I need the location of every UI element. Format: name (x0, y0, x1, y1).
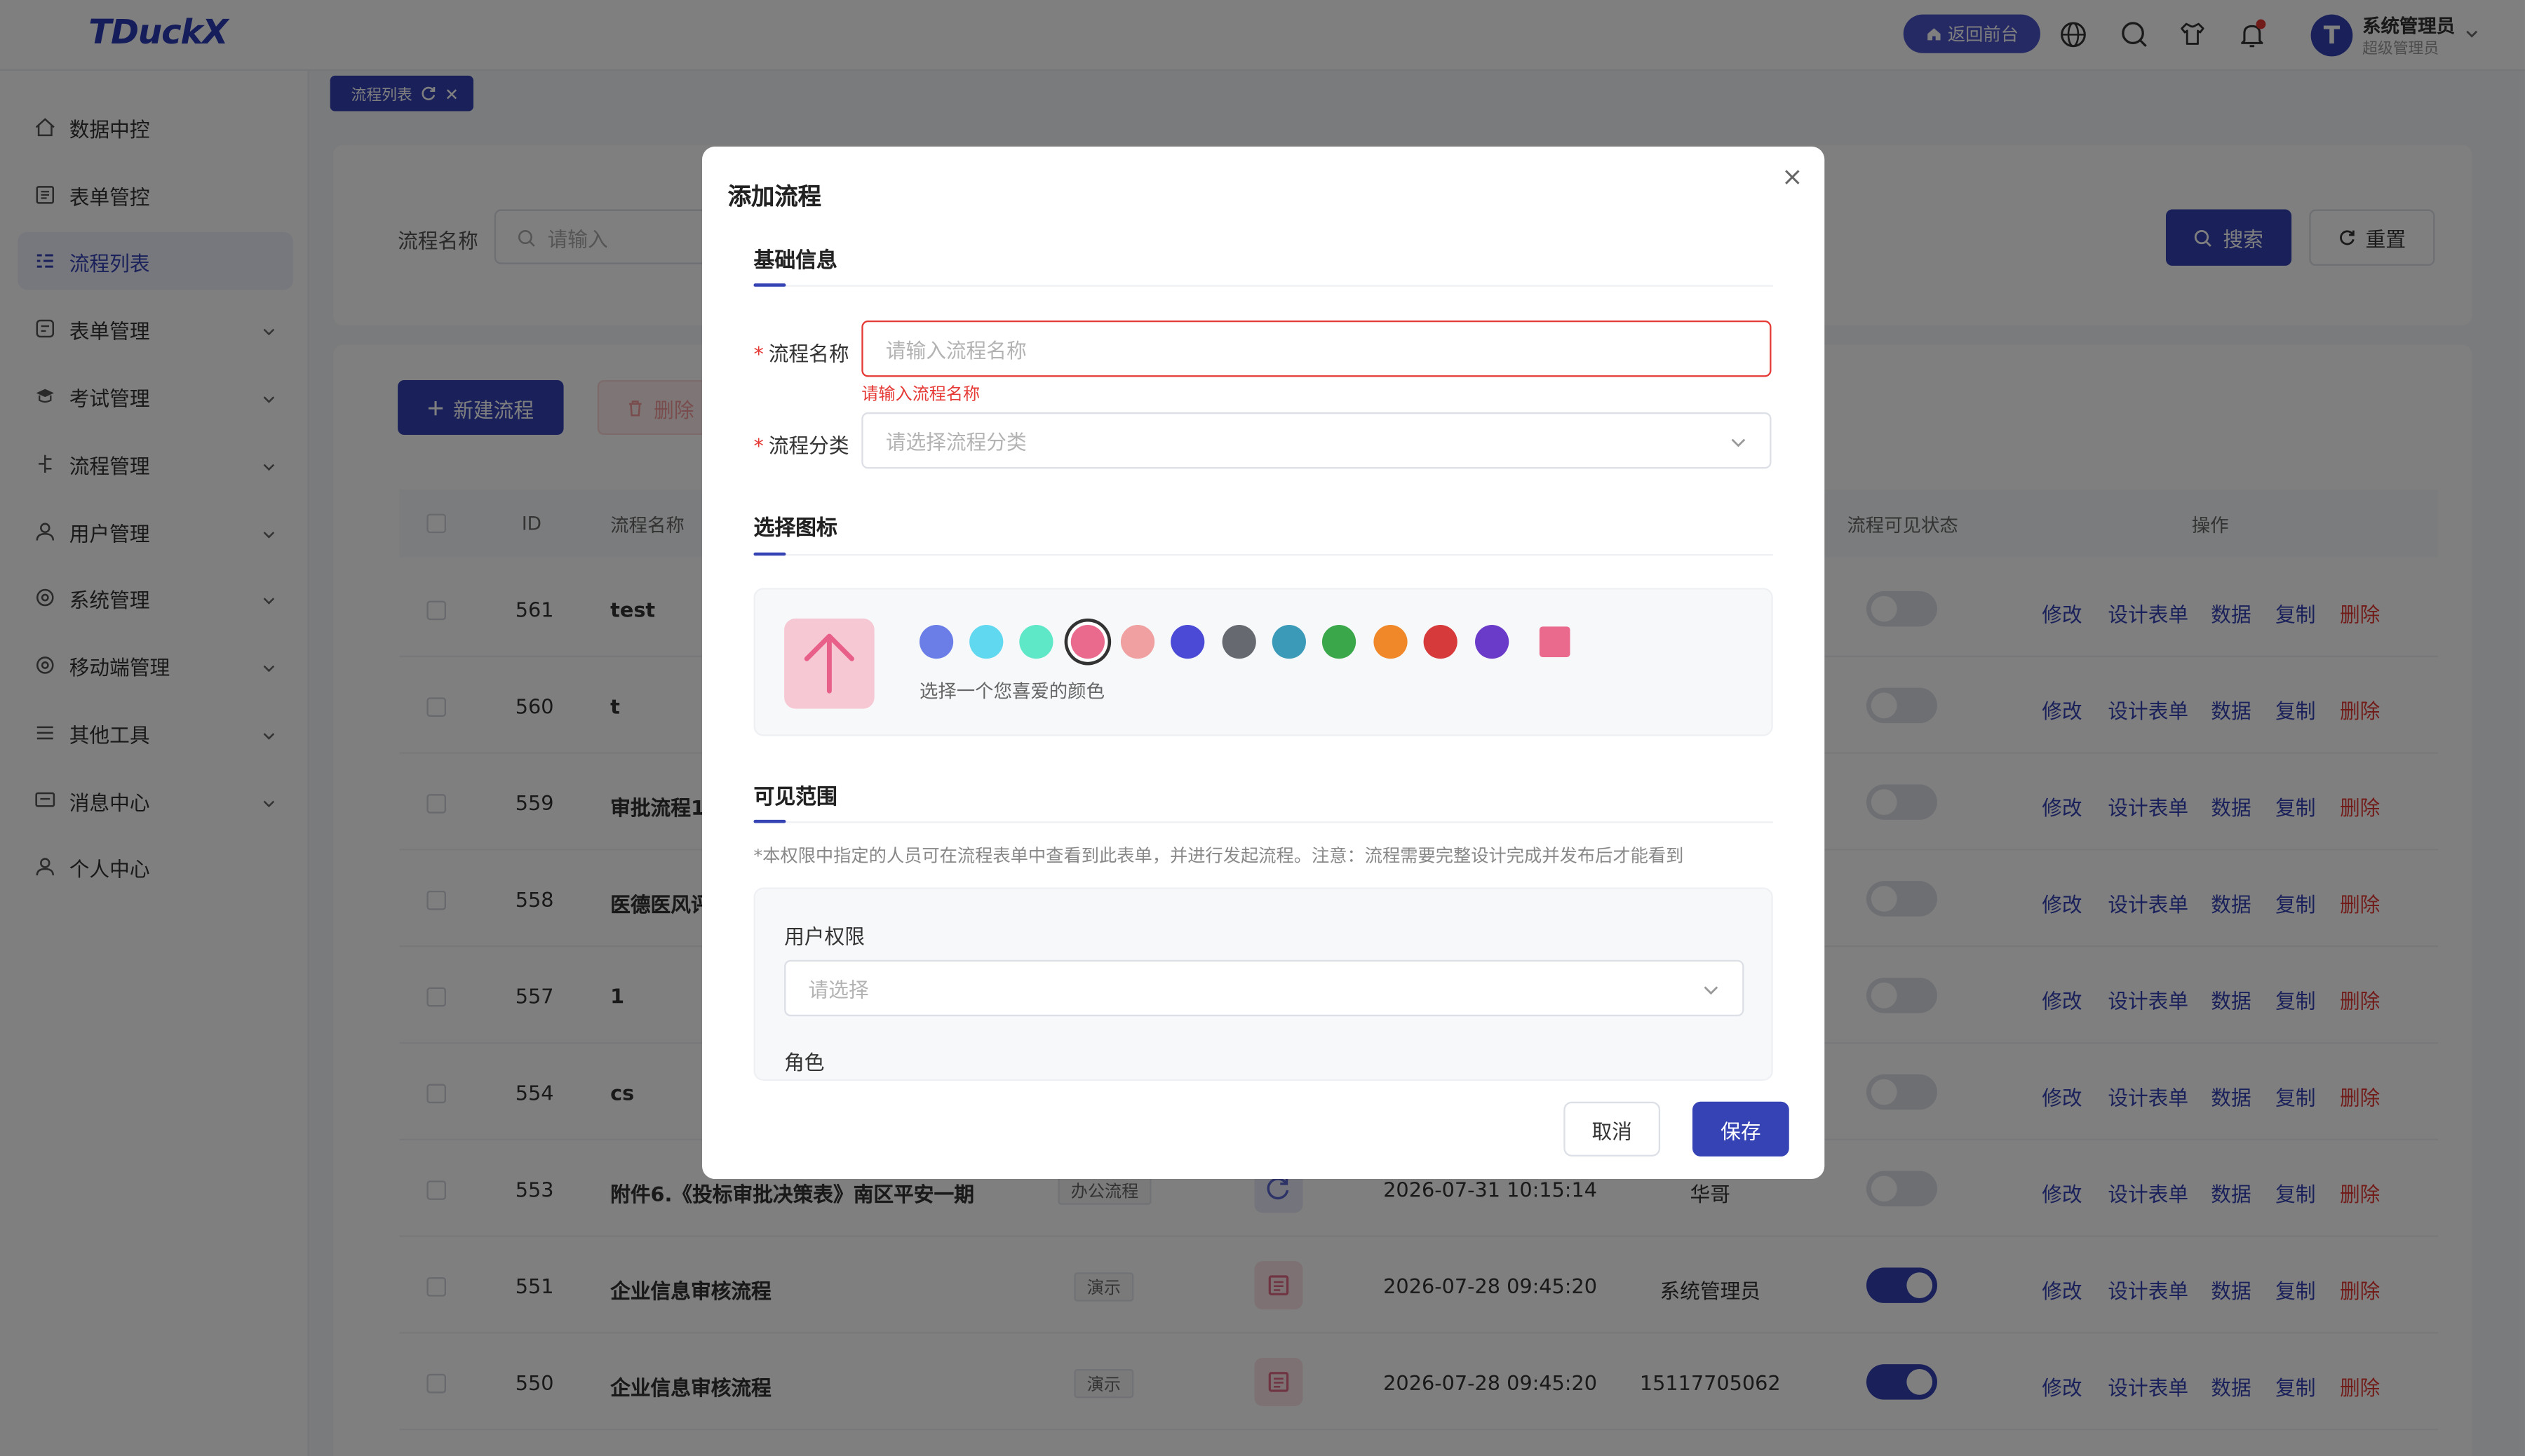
section-title-basic: 基础信息 (753, 249, 837, 274)
flow-category-label-text: 流程分类 (768, 433, 849, 458)
required-mark: * (753, 341, 764, 366)
color-swatch[interactable] (919, 625, 954, 659)
save-button[interactable]: 保存 (1692, 1101, 1789, 1157)
color-swatch[interactable] (969, 625, 1004, 659)
color-swatch[interactable] (1373, 625, 1408, 659)
flow-name-error: 请输入流程名称 (861, 384, 981, 405)
icon-preview[interactable] (784, 618, 875, 709)
flow-name-label: * 流程名称 (753, 337, 849, 368)
chevron-down-icon (1704, 986, 1718, 995)
section-accent (753, 283, 786, 287)
section-divider (753, 553, 1773, 556)
permission-panel: 用户权限 请选择 角色 (753, 887, 1773, 1081)
close-icon[interactable] (1781, 166, 1803, 189)
add-flow-dialog: 添加流程 基础信息 * 流程名称 请输入流程名称 请输入流程名称 * 流程分类 请选… (702, 146, 1825, 1180)
user-permission-label: 用户权限 (784, 924, 865, 949)
color-swatch[interactable] (1019, 625, 1053, 659)
upload-arrow-icon (804, 633, 854, 694)
flow-name-input[interactable]: 请输入流程名称 (861, 321, 1772, 377)
color-swatch[interactable] (1475, 625, 1509, 659)
color-swatch[interactable] (1423, 625, 1457, 659)
user-permission-select[interactable]: 请选择 (784, 959, 1744, 1017)
section-accent (753, 819, 786, 823)
dialog-body[interactable]: 基础信息 * 流程名称 请输入流程名称 请输入流程名称 * 流程分类 请选择流程分类… (702, 221, 1824, 1081)
color-swatch-square[interactable] (1539, 626, 1570, 657)
flow-category-select[interactable]: 请选择流程分类 (861, 412, 1772, 469)
chevron-down-icon (1731, 438, 1746, 447)
color-swatch[interactable] (1171, 625, 1205, 659)
color-hint: 选择一个您喜爱的颜色 (919, 680, 1105, 703)
section-divider (753, 821, 1773, 823)
color-swatch[interactable] (1321, 625, 1356, 659)
cancel-button[interactable]: 取消 (1563, 1101, 1661, 1157)
scope-note: *本权限中指定的人员可在流程表单中查看到此表单，并进行发起流程。注意：流程需要完… (753, 845, 1684, 867)
color-swatch[interactable] (1120, 625, 1155, 659)
flow-category-placeholder: 请选择流程分类 (885, 430, 1027, 454)
section-divider (753, 285, 1773, 287)
color-swatch[interactable] (1272, 625, 1306, 659)
section-title-icon: 选择图标 (753, 517, 837, 541)
flow-category-label: * 流程分类 (753, 429, 849, 459)
section-accent (753, 552, 786, 556)
user-permission-placeholder: 请选择 (808, 977, 869, 1002)
color-swatch[interactable] (1070, 625, 1105, 659)
color-swatch[interactable] (1222, 625, 1256, 659)
role-label: 角色 (784, 1050, 825, 1074)
section-title-scope: 可见范围 (753, 786, 837, 811)
required-mark: * (753, 433, 764, 458)
icon-picker-panel: 选择一个您喜爱的颜色 (753, 588, 1773, 736)
flow-name-placeholder: 请输入流程名称 (885, 338, 1027, 363)
dialog-title: 添加流程 (727, 185, 821, 211)
flow-name-label-text: 流程名称 (768, 341, 849, 366)
